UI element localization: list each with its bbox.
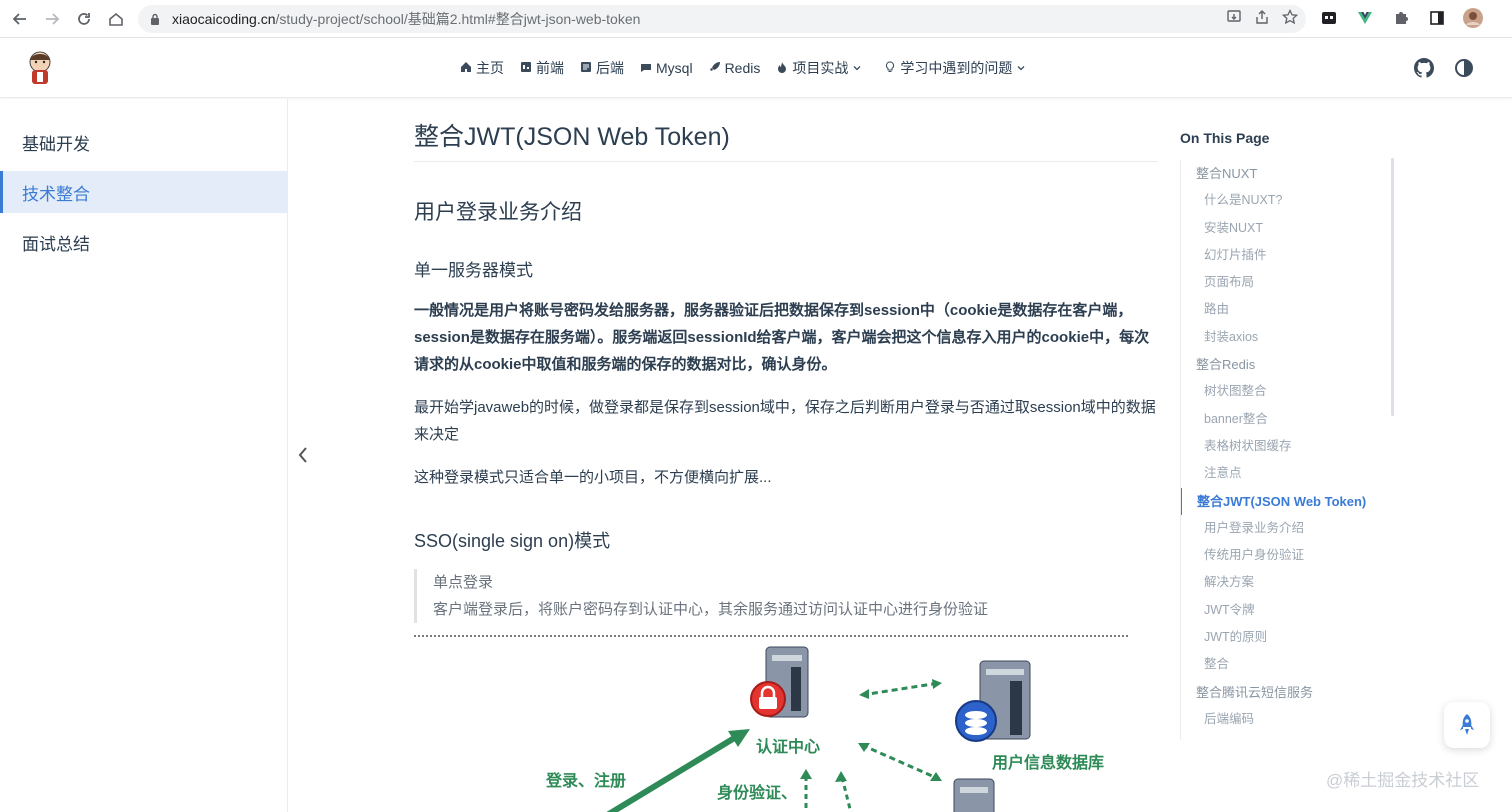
site-logo[interactable] <box>24 50 56 86</box>
toc-item[interactable]: 整合NUXT <box>1181 160 1400 187</box>
toc-item[interactable]: 页面布局 <box>1181 269 1400 296</box>
section-heading-login: 用户登录业务介绍 <box>414 201 582 224</box>
backend-icon <box>580 61 592 76</box>
toc-item[interactable]: 用户登录业务介绍 <box>1181 515 1400 542</box>
sidebar-item-interview[interactable]: 面试总结 <box>0 221 287 263</box>
service-server-icon <box>953 778 995 812</box>
toc-item[interactable]: 后端编码 <box>1181 706 1400 733</box>
chevron-down-icon <box>1016 60 1026 76</box>
paragraph-javaweb: 最开始学javaweb的时候，做登录都是保存到session域中，保存之后判断用… <box>414 399 1156 443</box>
sidebar-collapse-button[interactable] <box>294 444 312 466</box>
nav-label: 主页 <box>476 60 504 76</box>
extension-dark-icon[interactable] <box>1318 7 1340 29</box>
fire-icon <box>776 61 788 76</box>
quote-title: 单点登录 <box>433 574 494 591</box>
nav-projects[interactable]: 项目实战 <box>776 58 862 78</box>
sso-diagram: 认证中心 用户信息数据库 登录、注册 身份验证、 <box>414 637 1158 812</box>
nav-redis[interactable]: Redis <box>709 60 761 76</box>
lock-icon <box>150 13 160 25</box>
bulb-icon <box>884 60 896 76</box>
theme-toggle-icon[interactable] <box>1454 58 1474 78</box>
chevron-down-icon <box>852 60 862 76</box>
toc-item[interactable]: 传统用户身份验证 <box>1181 542 1400 569</box>
mysql-icon <box>640 61 652 76</box>
toc-item[interactable]: 表格树状图缓存 <box>1181 433 1400 460</box>
toc-item[interactable]: 解决方案 <box>1181 569 1400 596</box>
toc-title: On This Page <box>1180 130 1270 146</box>
page-title: 整合JWT(JSON Web Token) <box>414 99 1158 162</box>
rocket-icon <box>709 61 721 76</box>
vue-devtools-icon[interactable] <box>1354 7 1376 29</box>
url-host: xiaocaicoding.cn <box>172 11 276 27</box>
home-icon <box>460 61 472 76</box>
subheading-sso: SSO(single sign on)模式 <box>414 531 611 551</box>
nav-backend[interactable]: 后端 <box>580 58 624 78</box>
share-icon[interactable] <box>1254 9 1270 28</box>
site-header: 主页 前端 后端 Mysql Redis 项目实战 学习中遇到的问题 <box>0 38 1512 98</box>
nav-label: 前端 <box>536 60 564 76</box>
quote-body: 客户端登录后，将账户密码存到认证中心，其余服务通过访问认证中心进行身份验证 <box>433 601 989 618</box>
nav-label: 学习中遇到的问题 <box>900 60 1013 76</box>
toc-item[interactable]: JWT的原则 <box>1181 624 1400 651</box>
toc-list: 整合NUXT 什么是NUXT? 安装NUXT 幻灯片插件 页面布局 路由 封装axios 整合… <box>1180 160 1400 740</box>
sidebar: 基础开发 技术整合 面试总结 <box>0 99 288 812</box>
blockquote-sso: 单点登录 客户端登录后，将账户密码存到认证中心，其余服务通过访问认证中心进行身份… <box>414 569 1158 623</box>
side-panel-icon[interactable] <box>1426 7 1448 29</box>
toc-scrollbar[interactable] <box>1391 158 1394 416</box>
bookmark-star-icon[interactable] <box>1281 8 1299 28</box>
diagram-label-verify: 身份验证、 <box>717 785 798 802</box>
toc-item[interactable]: banner整合 <box>1181 406 1400 433</box>
sidebar-item-integration[interactable]: 技术整合 <box>0 171 287 213</box>
toc-item[interactable]: 什么是NUXT? <box>1181 187 1400 214</box>
paragraph-session: 一般情况是用户将账号密码发给服务器，服务器验证后把数据保存到session中（c… <box>414 302 1150 373</box>
dashed-arrow-auth-service <box>861 743 940 781</box>
toc-item[interactable]: 整合腾讯云短信服务 <box>1181 679 1400 706</box>
rocket-icon <box>1460 714 1474 735</box>
chevron-left-icon <box>298 447 307 463</box>
nav-home[interactable]: 主页 <box>460 58 504 78</box>
paragraph-limitation: 这种登录模式只适合单一的小项目，不方便横向扩展... <box>414 469 772 486</box>
nav-label: 后端 <box>596 60 624 76</box>
toc-item[interactable]: 树状图整合 <box>1181 378 1400 405</box>
back-to-top-button[interactable] <box>1444 702 1490 748</box>
nav-label: Mysql <box>656 60 693 76</box>
toc-item[interactable]: 整合JWT(JSON Web Token) <box>1181 487 1400 515</box>
frontend-icon <box>520 61 532 76</box>
sidebar-item-basics[interactable]: 基础开发 <box>0 121 287 163</box>
toc-item[interactable]: 整合 <box>1181 651 1400 678</box>
nav-questions[interactable]: 学习中遇到的问题 <box>884 58 1026 78</box>
forward-icon[interactable] <box>40 7 64 31</box>
subheading-single-server: 单一服务器模式 <box>414 261 533 280</box>
database-server-icon <box>955 660 1031 742</box>
address-bar[interactable]: xiaocaicoding.cn/study-project/school/基础… <box>138 5 1306 33</box>
diagram-label-login: 登录、注册 <box>546 773 627 790</box>
toc-item[interactable]: 路由 <box>1181 296 1400 323</box>
nav-label: 项目实战 <box>792 60 849 76</box>
toc-item[interactable]: 封装axios <box>1181 324 1400 351</box>
nav-frontend[interactable]: 前端 <box>520 58 564 78</box>
toc-item[interactable]: 注意点 <box>1181 460 1400 487</box>
back-icon[interactable] <box>8 7 32 31</box>
main-content: 整合JWT(JSON Web Token) 用户登录业务介绍 单一服务器模式 一… <box>414 99 1158 812</box>
install-icon[interactable] <box>1226 9 1242 28</box>
nav-mysql[interactable]: Mysql <box>640 60 693 76</box>
nav-label: Redis <box>724 60 761 76</box>
diagram-label-user-db: 用户信息数据库 <box>992 755 1105 772</box>
auth-server-icon <box>750 646 809 718</box>
reload-icon[interactable] <box>72 7 96 31</box>
on-this-page-toc: On This Page 整合NUXT 什么是NUXT? 安装NUXT 幻灯片插件 页面… <box>1180 130 1400 740</box>
toc-item[interactable]: 幻灯片插件 <box>1181 242 1400 269</box>
home-icon[interactable] <box>104 7 128 31</box>
toc-item[interactable]: 整合Redis <box>1181 351 1400 378</box>
extensions-puzzle-icon[interactable] <box>1390 7 1412 29</box>
browser-toolbar: xiaocaicoding.cn/study-project/school/基础… <box>0 0 1512 38</box>
diagram-label-auth-center: 认证中心 <box>756 739 821 756</box>
profile-avatar[interactable] <box>1462 7 1484 29</box>
dashed-arrow-auth-db <box>861 681 940 697</box>
github-icon[interactable] <box>1414 58 1434 78</box>
watermark: @稀土掘金技术社区 <box>1326 771 1480 790</box>
toc-item[interactable]: JWT令牌 <box>1181 597 1400 624</box>
url-path: /study-project/school/基础篇2.html#整合jwt-js… <box>275 11 641 27</box>
toc-item[interactable]: 安装NUXT <box>1181 215 1400 242</box>
